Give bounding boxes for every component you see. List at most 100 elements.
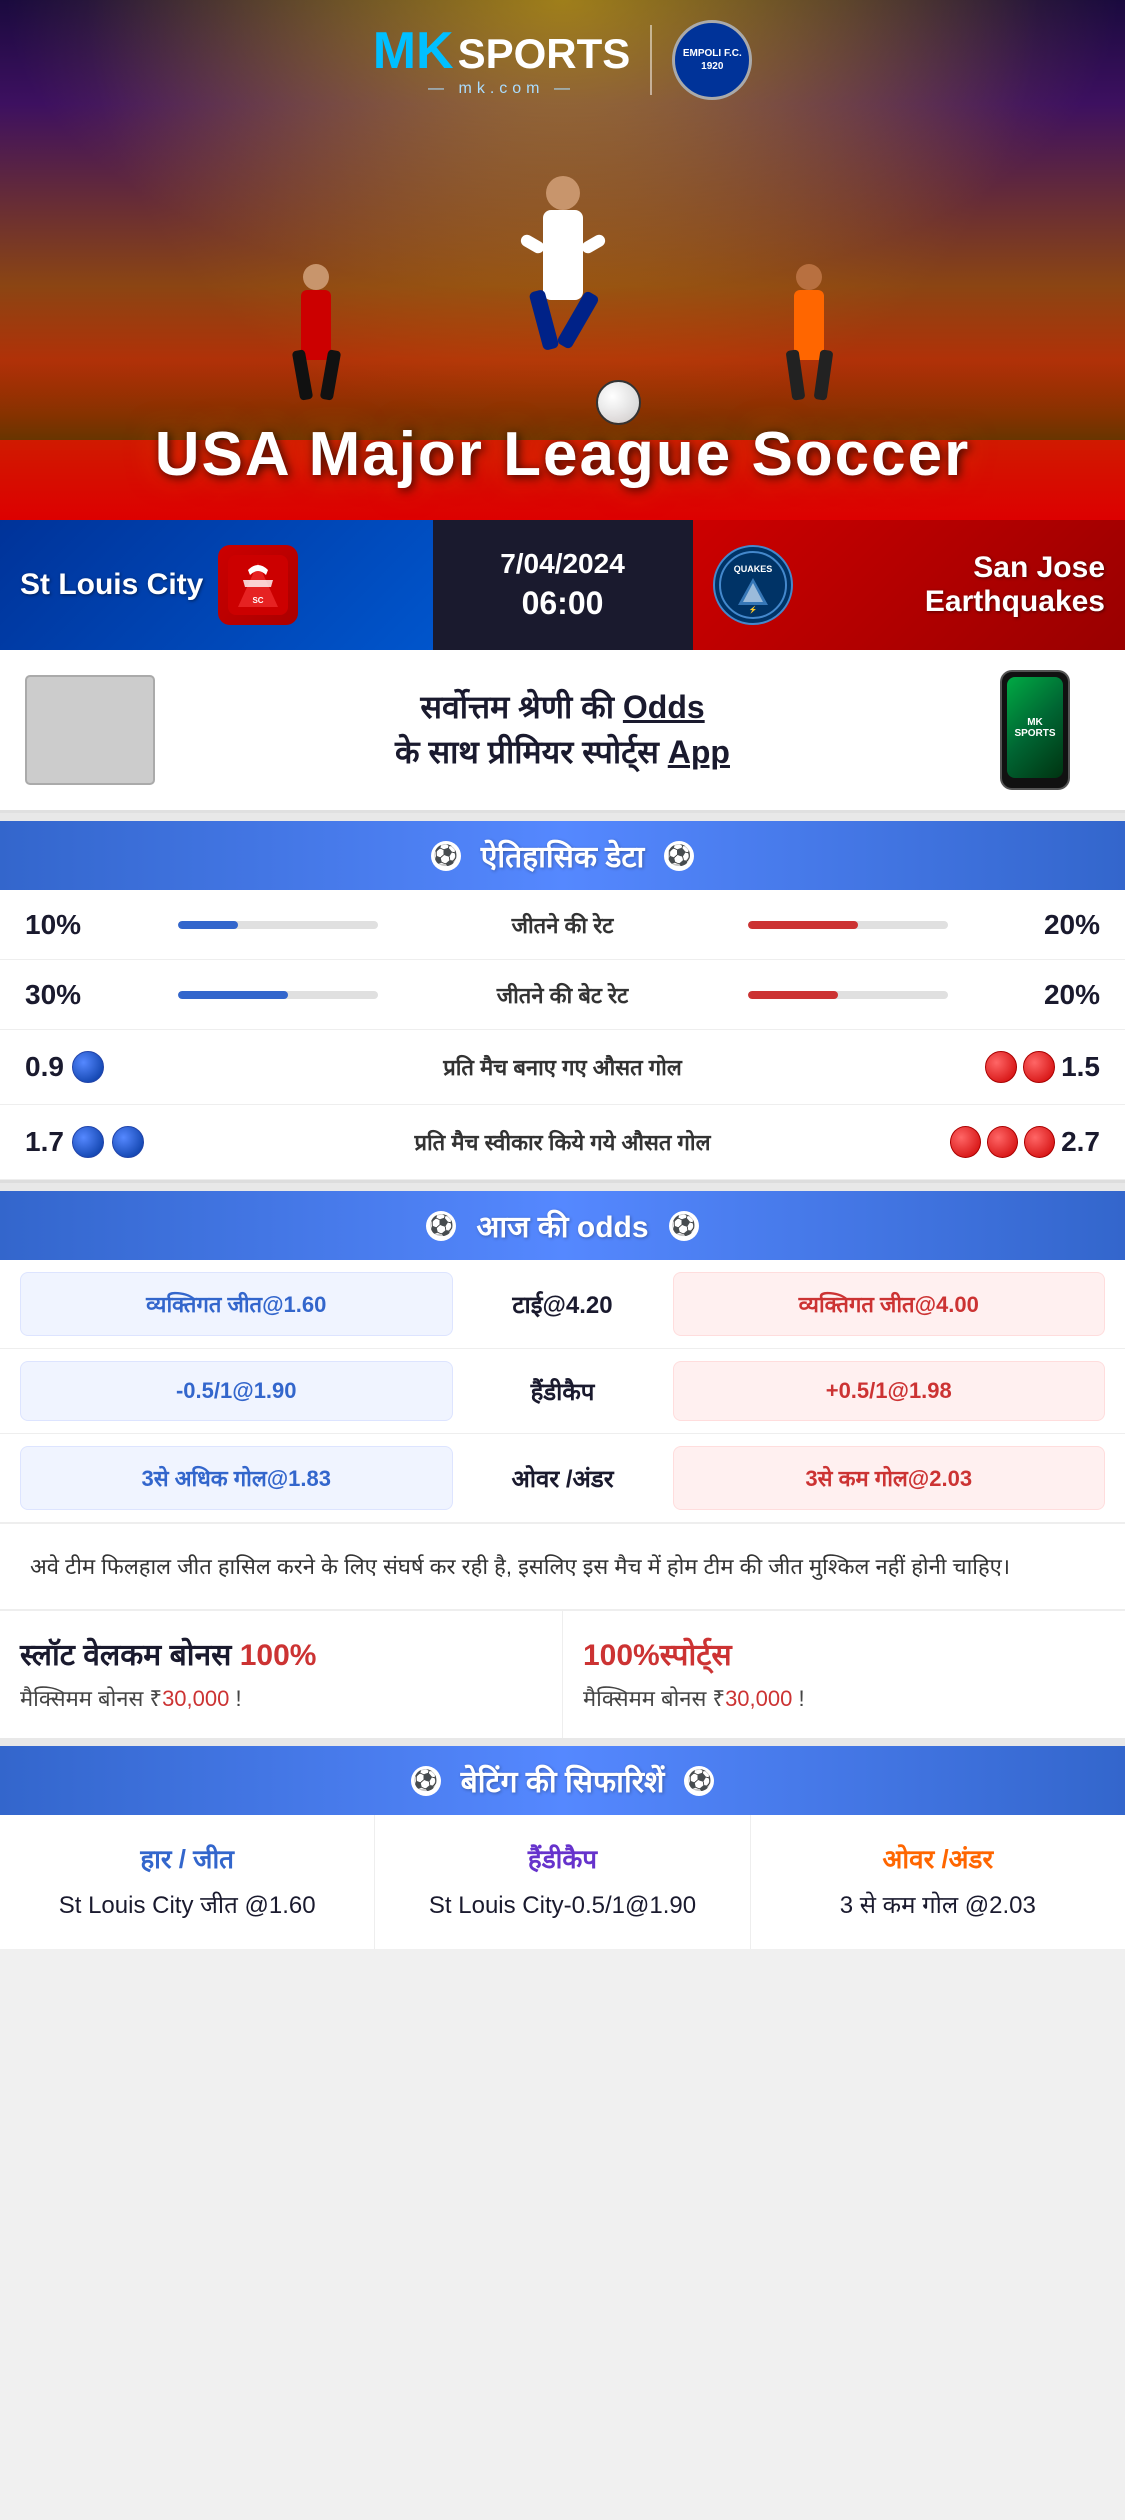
team-left-name: St Louis City bbox=[20, 568, 203, 602]
ball-icon-right: ⚽ bbox=[664, 841, 694, 871]
mk-com-label: — mk.com — bbox=[373, 80, 631, 98]
gap2 bbox=[0, 1183, 1125, 1191]
goals-val-left-1: 0.9 bbox=[25, 1051, 64, 1083]
reco-pick-2: St Louis City-0.5/1@1.90 bbox=[390, 1888, 734, 1924]
reco-type-3: ओवर /अंडर bbox=[766, 1840, 1110, 1876]
ball-icon-reco-right: ⚽ bbox=[684, 1766, 714, 1796]
reco-type-2: हैंडीकैप bbox=[390, 1840, 734, 1876]
odds-row-2: -0.5/1@1.90 हैंडीकैप +0.5/1@1.98 bbox=[0, 1349, 1125, 1434]
stat-bar-left-2 bbox=[105, 991, 393, 999]
stat-label-2: जीतने की बेट रेट bbox=[393, 980, 733, 1010]
historical-title: ऐतिहासिक डेटा bbox=[481, 835, 645, 876]
goals-row-2: 1.7 प्रति मैच स्वीकार किये गये औसत गोल 2… bbox=[0, 1105, 1125, 1180]
reco-section-header: ⚽ बेटिंग की सिफारिशें ⚽ bbox=[0, 1746, 1125, 1815]
goals-right-1: 1.5 bbox=[950, 1051, 1100, 1083]
stat-row-2: 30% जीतने की बेट रेट 20% bbox=[0, 960, 1125, 1030]
app-highlight: App bbox=[668, 734, 730, 770]
odds-section-header: ⚽ आज की odds ⚽ bbox=[0, 1191, 1125, 1260]
mk-sports-text: MK SPORTS — mk.com — bbox=[373, 23, 631, 98]
bonus-card-right[interactable]: 100%स्पोर्ट्स मैक्सिमम बोनस ₹30,000 ! bbox=[563, 1611, 1125, 1738]
bonus-card-left[interactable]: स्लॉट वेलकम बोनस 100% मैक्सिमम बोनस ₹30,… bbox=[0, 1611, 563, 1738]
bar-track-red-2 bbox=[748, 991, 948, 999]
ball-icon-reco-left: ⚽ bbox=[411, 1766, 441, 1796]
stat-right-val-2: 20% bbox=[1020, 979, 1100, 1011]
goals-label-1: प्रति मैच बनाए गए औसत गोल bbox=[175, 1052, 950, 1082]
blue-ball-2b bbox=[112, 1126, 144, 1158]
odds-btn-left-1[interactable]: व्यक्तिगत जीत@1.60 bbox=[20, 1272, 453, 1336]
match-center: 7/04/2024 06:00 bbox=[433, 520, 693, 650]
reco-grid: हार / जीत St Louis City जीत @1.60 हैंडीक… bbox=[0, 1815, 1125, 1949]
odds-section: व्यक्तिगत जीत@1.60 टाई@4.20 व्यक्तिगत जी… bbox=[0, 1260, 1125, 1523]
right-player bbox=[774, 220, 844, 420]
stlouis-logo: SC bbox=[218, 545, 298, 625]
odds-btn-left-2[interactable]: -0.5/1@1.90 bbox=[20, 1361, 453, 1421]
bonus-right-subtitle: मैक्सिमम बोनस ₹30,000 ! bbox=[583, 1683, 1105, 1713]
stats-table: 10% जीतने की रेट 20% 30% जीतने की बेट रे… bbox=[0, 890, 1125, 1183]
bar-fill-blue-1 bbox=[178, 921, 238, 929]
recommendations-section: ⚽ बेटिंग की सिफारिशें ⚽ हार / जीत St Lou… bbox=[0, 1746, 1125, 1949]
bonus-left-title: स्लॉट वेलकम बोनस 100% bbox=[20, 1636, 542, 1675]
odds-btn-right-1[interactable]: व्यक्तिगत जीत@4.00 bbox=[673, 1272, 1106, 1336]
odds-title: आज की odds bbox=[476, 1205, 648, 1246]
center-player bbox=[518, 120, 608, 380]
stat-bar-right-2 bbox=[733, 991, 1021, 999]
goals-row-1: 0.9 प्रति मैच बनाए गए औसत गोल 1.5 bbox=[0, 1030, 1125, 1105]
ball-icon-left: ⚽ bbox=[431, 841, 461, 871]
bonus-right-title: 100%स्पोर्ट्स bbox=[583, 1636, 1105, 1675]
reco-type-1: हार / जीत bbox=[15, 1840, 359, 1876]
odds-center-3: ओवर /अंडर bbox=[463, 1462, 663, 1495]
bar-fill-blue-2 bbox=[178, 991, 288, 999]
team-left: St Louis City SC bbox=[0, 520, 433, 650]
stat-row-1: 10% जीतने की रेट 20% bbox=[0, 890, 1125, 960]
blue-ball-2a bbox=[72, 1126, 104, 1158]
odds-btn-left-3[interactable]: 3से अधिक गोल@1.83 bbox=[20, 1446, 453, 1510]
analysis-text: अवे टीम फिलहाल जीत हासिल करने के लिए संघ… bbox=[30, 1554, 1010, 1579]
reco-pick-3: 3 से कम गोल @2.03 bbox=[766, 1888, 1110, 1924]
odds-btn-right-3[interactable]: 3से कम गोल@2.03 bbox=[673, 1446, 1106, 1510]
odds-center-2: हैंडीकैप bbox=[463, 1375, 663, 1408]
quakes-logo: QUAKES ⚡ bbox=[713, 545, 793, 625]
goals-left-2: 1.7 bbox=[25, 1126, 175, 1158]
reco-col-2: हैंडीकैप St Louis City-0.5/1@1.90 bbox=[375, 1815, 750, 1949]
team-right-name: San Jose Earthquakes bbox=[808, 551, 1106, 619]
ball-icon-odds-left: ⚽ bbox=[426, 1211, 456, 1241]
promo-banner: सर्वोत्तम श्रेणी की Oddsके साथ प्रीमियर … bbox=[0, 650, 1125, 813]
goals-val-right-1: 1.5 bbox=[1061, 1051, 1100, 1083]
goals-label-2: प्रति मैच स्वीकार किये गये औसत गोल bbox=[175, 1127, 950, 1157]
sports-label: SPORTS bbox=[458, 31, 631, 77]
hero-title: USA Major League Soccer bbox=[155, 419, 971, 490]
match-date: 7/04/2024 bbox=[500, 548, 625, 580]
red-ball-1a bbox=[985, 1051, 1017, 1083]
analysis-section: अवे टीम फिलहाल जीत हासिल करने के लिए संघ… bbox=[0, 1523, 1125, 1609]
bonus-section: स्लॉट वेलकम बोनस 100% मैक्सिमम बोनस ₹30,… bbox=[0, 1609, 1125, 1738]
promo-phone-visual: MKSPORTS bbox=[970, 670, 1100, 790]
stat-bar-right-1 bbox=[733, 921, 1021, 929]
ball-icon-odds-right: ⚽ bbox=[669, 1211, 699, 1241]
bar-track-blue-2 bbox=[178, 991, 378, 999]
hero-section: MK SPORTS — mk.com — EMPOLI F.C. 1920 bbox=[0, 0, 1125, 520]
historical-section-header: ⚽ ऐतिहासिक डेटा ⚽ bbox=[0, 821, 1125, 890]
stat-label-1: जीतने की रेट bbox=[393, 910, 733, 940]
blue-ball-1 bbox=[72, 1051, 104, 1083]
goals-right-2: 2.7 bbox=[950, 1126, 1100, 1158]
stat-right-val-1: 20% bbox=[1020, 909, 1100, 941]
reco-col-3: ओवर /अंडर 3 से कम गोल @2.03 bbox=[751, 1815, 1125, 1949]
goals-left-1: 0.9 bbox=[25, 1051, 175, 1083]
svg-text:⚡: ⚡ bbox=[748, 605, 757, 614]
svg-text:SC: SC bbox=[253, 596, 264, 605]
logo-divider bbox=[650, 25, 652, 95]
team-right: QUAKES ⚡ San Jose Earthquakes bbox=[693, 520, 1125, 650]
logo-bar: MK SPORTS — mk.com — EMPOLI F.C. 1920 bbox=[0, 20, 1125, 100]
goals-val-left-2: 1.7 bbox=[25, 1126, 64, 1158]
bar-fill-red-2 bbox=[748, 991, 838, 999]
mk-prefix: MK bbox=[373, 23, 454, 80]
red-ball-2a bbox=[950, 1126, 981, 1158]
bar-track-red-1 bbox=[748, 921, 948, 929]
mk-logo[interactable]: MK SPORTS — mk.com — bbox=[373, 23, 631, 98]
goals-val-right-2: 2.7 bbox=[1061, 1126, 1100, 1158]
odds-btn-right-2[interactable]: +0.5/1@1.98 bbox=[673, 1361, 1106, 1421]
reco-pick-1: St Louis City जीत @1.60 bbox=[15, 1888, 359, 1924]
stat-left-val-2: 30% bbox=[25, 979, 105, 1011]
bar-track-blue-1 bbox=[178, 921, 378, 929]
promo-text: सर्वोत्तम श्रेणी की Oddsके साथ प्रीमियर … bbox=[175, 685, 950, 775]
